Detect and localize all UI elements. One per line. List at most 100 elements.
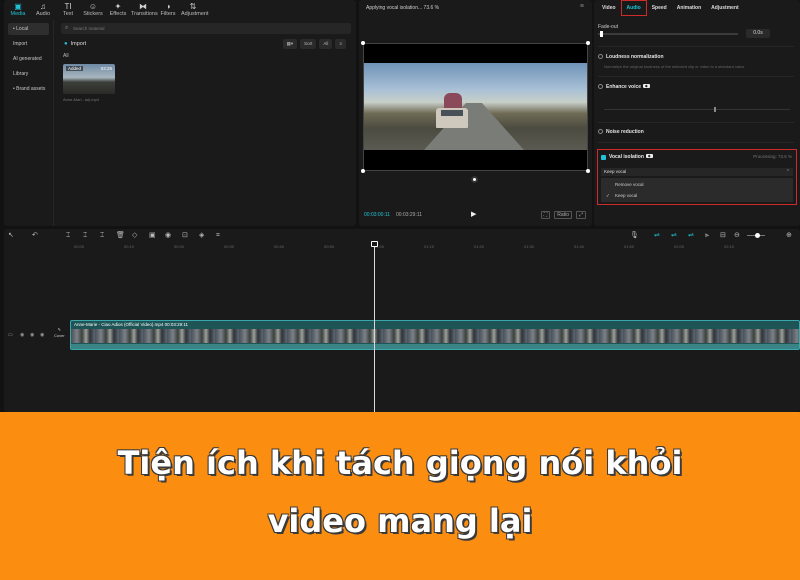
tab-effects[interactable]: ✦ Effects bbox=[106, 0, 130, 20]
playhead-line[interactable] bbox=[374, 242, 375, 412]
sidebar-item-ai-generated[interactable]: AI generated bbox=[8, 53, 49, 65]
menu-item-keep-vocal[interactable]: ✓ Keep vocal bbox=[601, 191, 793, 201]
search-input[interactable]: ⌕ Search material bbox=[61, 23, 351, 34]
filter-all-button[interactable]: All bbox=[319, 39, 333, 49]
zoom-out-icon[interactable]: ⊖ bbox=[734, 231, 740, 240]
tab-adjustment-inspector[interactable]: Adjustment bbox=[706, 0, 744, 16]
microphone-icon[interactable]: 🎙 bbox=[630, 231, 639, 240]
mask-icon[interactable]: ◇ bbox=[132, 231, 137, 240]
resize-handle[interactable] bbox=[361, 41, 365, 45]
zoom-slider[interactable] bbox=[747, 233, 765, 238]
slider-handle[interactable] bbox=[714, 107, 716, 112]
filter-icon[interactable]: ≡ bbox=[335, 39, 346, 49]
zoom-in-icon[interactable]: ⊕ bbox=[786, 231, 792, 240]
crop-frame-icon[interactable]: ⊡ bbox=[182, 231, 188, 240]
radio-icon[interactable] bbox=[598, 54, 603, 59]
ruler-tick: 00:30 bbox=[224, 244, 235, 249]
link-main-track-icon[interactable]: ⇌ bbox=[654, 231, 660, 240]
menu-item-remove-vocal[interactable]: Remove vocal bbox=[601, 180, 793, 190]
tab-adjustment[interactable]: ⇅ Adjustment bbox=[181, 0, 209, 20]
timeline-panel: ↖ ↶ ⌶ ⌶ ⌶ 🗑 ◇ ▣ ◉ ⊡ ◈ ⌗ 🎙 ⇌ ⇌ ⇌ ⫸ ⊟ ⊖ ⊕ … bbox=[4, 229, 800, 412]
menu-icon[interactable]: ≡ bbox=[580, 3, 584, 10]
media-panel: ▣ Media ♫ Audio TI Text ☺ Stickers ✦ Effects … bbox=[4, 0, 356, 226]
slider-handle[interactable] bbox=[755, 233, 760, 238]
slider-handle[interactable] bbox=[600, 31, 603, 37]
snap-icon[interactable]: ⇌ bbox=[688, 231, 694, 240]
text-icon: TI bbox=[64, 2, 72, 11]
stickers-icon: ☺ bbox=[88, 2, 98, 11]
tab-stickers[interactable]: ☺ Stickers bbox=[81, 0, 105, 20]
mute-icon[interactable]: ◉ bbox=[40, 332, 44, 338]
tab-filters[interactable]: ◑ Filters bbox=[156, 0, 180, 20]
sidebar-item-local[interactable]: • Local bbox=[8, 23, 49, 35]
undo-icon[interactable]: ↶ bbox=[32, 231, 38, 240]
fadeout-value-field[interactable]: 0.0s bbox=[746, 29, 770, 38]
ruler-tick: 00:20 bbox=[174, 244, 185, 249]
crop-icon[interactable]: ⌗ bbox=[216, 231, 220, 240]
vocal-mode-select[interactable]: Keep vocal ⌃ bbox=[601, 168, 793, 176]
vocal-isolation-title: Vocal isolation ◆ bbox=[609, 154, 653, 160]
resize-handle[interactable] bbox=[586, 169, 590, 173]
import-icon: ● bbox=[64, 41, 68, 47]
video-player: Applying vocal isolation... 73.6 % ≡ 00:… bbox=[359, 0, 592, 226]
split-left-icon[interactable]: ⌶ bbox=[83, 231, 87, 240]
link-icon[interactable]: ⇌ bbox=[671, 231, 677, 240]
view-toggle-icon[interactable]: ▦▾ bbox=[282, 39, 298, 49]
tab-speed[interactable]: Speed bbox=[647, 0, 672, 16]
tab-animation[interactable]: Animation bbox=[672, 0, 706, 16]
split-audio-icon[interactable]: ⫸ bbox=[705, 231, 709, 240]
tab-text[interactable]: TI Text bbox=[56, 0, 80, 20]
lock-icon[interactable]: ▭ bbox=[8, 332, 13, 338]
tab-video[interactable]: Video bbox=[597, 0, 621, 16]
video-scene bbox=[364, 63, 587, 150]
split-right-icon[interactable]: ⌶ bbox=[100, 231, 104, 240]
sidebar-item-brand-assets[interactable]: • Brand assets bbox=[8, 83, 49, 95]
fullscreen-icon[interactable]: ⤢ bbox=[575, 211, 586, 219]
vocal-isolation-checkbox[interactable] bbox=[601, 155, 606, 160]
tab-audio-inspector[interactable]: Audio bbox=[620, 0, 647, 16]
ratio-button[interactable]: Ratio bbox=[554, 211, 572, 219]
timeline-video-clip[interactable]: Anne-Marie - Ciao Adios (Official Video)… bbox=[70, 320, 800, 350]
media-icon: ▣ bbox=[14, 2, 22, 11]
resize-handle[interactable] bbox=[586, 41, 590, 45]
select-tool-icon[interactable]: ↖ bbox=[8, 231, 14, 240]
preview-axis-icon[interactable]: ⊟ bbox=[720, 231, 726, 240]
enhance-voice-slider[interactable] bbox=[604, 107, 790, 112]
search-icon: ⌕ bbox=[65, 25, 69, 31]
eye-icon[interactable]: ◉ bbox=[20, 332, 24, 338]
sort-tools: ▦▾ Sort All ≡ bbox=[282, 39, 346, 49]
split-icon[interactable]: ⌶ bbox=[66, 231, 70, 240]
tab-media[interactable]: ▣ Media bbox=[6, 0, 30, 20]
sidebar-item-library[interactable]: Library bbox=[8, 68, 49, 80]
playhead-handle[interactable] bbox=[371, 241, 378, 247]
crop-icon[interactable]: ⛶ bbox=[540, 211, 551, 219]
sidebar-item-import[interactable]: Import bbox=[8, 38, 49, 50]
cover-button[interactable]: ✎ Cover bbox=[54, 327, 65, 339]
fadeout-slider[interactable] bbox=[598, 31, 738, 37]
timeline-ruler[interactable]: 00:00 00:10 00:20 00:30 00:40 00:50 01:0… bbox=[70, 244, 800, 252]
play-circle-icon[interactable]: ◉ bbox=[165, 231, 171, 240]
sort-button[interactable]: Sort bbox=[300, 39, 317, 49]
pro-badge-icon: ◆ bbox=[645, 154, 653, 158]
video-preview[interactable] bbox=[361, 41, 590, 173]
vocal-isolation-progress: Processing: 73.6 % bbox=[753, 154, 792, 159]
transitions-icon: ⧓ bbox=[139, 2, 147, 11]
import-button[interactable]: ● Import bbox=[64, 39, 86, 49]
visibility-icon[interactable]: ◉ bbox=[30, 332, 34, 338]
enhance-voice-toggle[interactable]: Enhance voice ◆ bbox=[598, 84, 650, 90]
play-icon[interactable]: ▶ bbox=[471, 210, 476, 218]
loudness-normalization-toggle[interactable]: Loudness normalization bbox=[598, 54, 664, 60]
radio-icon[interactable] bbox=[598, 84, 603, 89]
delete-icon[interactable]: 🗑 bbox=[116, 231, 125, 240]
noise-reduction-toggle[interactable]: Noise reduction bbox=[598, 129, 644, 135]
rotate-handle[interactable] bbox=[471, 176, 478, 183]
ruler-tick: 00:50 bbox=[324, 244, 335, 249]
tab-audio[interactable]: ♫ Audio bbox=[31, 0, 55, 20]
media-clip-thumbnail[interactable]: Added 03:29 bbox=[63, 64, 115, 94]
tab-transitions[interactable]: ⧓ Transitions bbox=[131, 0, 158, 20]
resize-handle[interactable] bbox=[361, 169, 365, 173]
freeze-icon[interactable]: ▣ bbox=[149, 231, 156, 240]
radio-icon[interactable] bbox=[598, 129, 603, 134]
adjustment-icon: ⇅ bbox=[189, 2, 197, 11]
rotate-icon[interactable]: ◈ bbox=[199, 231, 204, 240]
